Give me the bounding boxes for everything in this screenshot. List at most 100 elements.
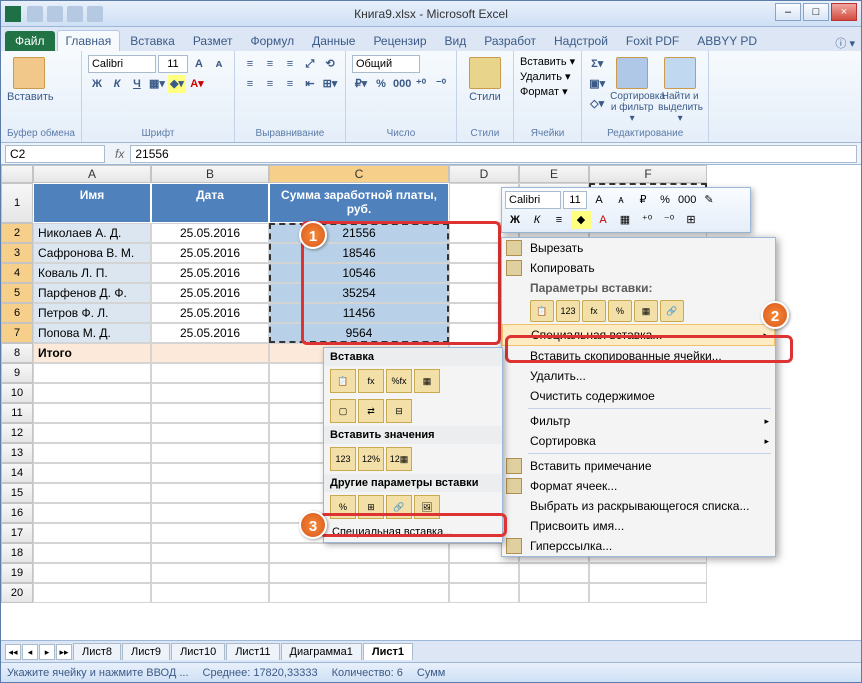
tab-nav-next[interactable]: ▸ (39, 644, 55, 660)
quick-access-toolbar[interactable] (27, 6, 103, 22)
cell-date[interactable]: 25.05.2016 (151, 283, 269, 303)
align-middle-icon[interactable]: ≡ (261, 55, 279, 73)
ctx-sort[interactable]: Сортировка▸ (502, 431, 775, 451)
fill-icon[interactable]: ▣▾ (588, 75, 606, 93)
ctx-comment[interactable]: Вставить примечание (502, 456, 775, 476)
mini-align-icon[interactable]: ≡ (549, 211, 569, 229)
cell-date[interactable]: 25.05.2016 (151, 243, 269, 263)
row-2[interactable]: 2 (1, 223, 33, 243)
underline-button[interactable]: Ч (128, 75, 146, 93)
sheet-tab[interactable]: Лист9 (122, 643, 170, 660)
cell-salary[interactable]: 35254 (269, 283, 449, 303)
total-label[interactable]: Итого (33, 343, 151, 363)
sm-other-icons[interactable]: %⊞🔗🖼 (324, 492, 502, 522)
ctx-cut[interactable]: Вырезать (502, 238, 775, 258)
tab-developer[interactable]: Разработ (476, 31, 544, 51)
mini-inc-dec-icon[interactable]: ⁺⁰ (637, 211, 657, 229)
cell-salary[interactable]: 18546 (269, 243, 449, 263)
header-name[interactable]: Имя (33, 183, 151, 223)
clear-icon[interactable]: ◇▾ (588, 95, 606, 113)
row-12[interactable]: 12 (1, 423, 33, 443)
tab-data[interactable]: Данные (304, 31, 363, 51)
mini-format-painter-icon[interactable]: ✎ (699, 191, 719, 209)
tab-nav-prev[interactable]: ◂ (22, 644, 38, 660)
sheet-tab[interactable]: Лист1 (363, 643, 413, 660)
font-color-button[interactable]: A▾ (188, 75, 206, 93)
row-1[interactable]: 1 (1, 183, 33, 223)
cell-salary[interactable]: 9564 (269, 323, 449, 343)
number-format[interactable]: Общий (352, 55, 420, 73)
cell-name[interactable]: Сафронова В. М. (33, 243, 151, 263)
col-E[interactable]: E (519, 165, 589, 183)
row-16[interactable]: 16 (1, 503, 33, 523)
select-all-corner[interactable] (1, 165, 33, 183)
cells-insert-button[interactable]: Вставить ▾ (520, 55, 575, 68)
tab-nav-first[interactable]: ◂◂ (5, 644, 21, 660)
cell-name[interactable]: Петров Ф. Л. (33, 303, 151, 323)
shrink-font-icon[interactable]: ᴀ (210, 55, 228, 73)
mini-fill-icon[interactable]: ◆ (571, 211, 591, 229)
ctx-clear[interactable]: Очистить содержимое (502, 386, 775, 406)
row-13[interactable]: 13 (1, 443, 33, 463)
cell-date[interactable]: 25.05.2016 (151, 323, 269, 343)
mini-merge-icon[interactable]: ⊞ (681, 211, 701, 229)
tab-view[interactable]: Вид (437, 31, 475, 51)
tab-nav-last[interactable]: ▸▸ (56, 644, 72, 660)
row-6[interactable]: 6 (1, 303, 33, 323)
name-box[interactable]: C2 (5, 145, 105, 163)
cell-date[interactable]: 25.05.2016 (151, 303, 269, 323)
ribbon-help[interactable]: ⓘ ▾ (835, 35, 855, 51)
row-19[interactable]: 19 (1, 563, 33, 583)
row-14[interactable]: 14 (1, 463, 33, 483)
sm-paste-icons1[interactable]: 📋fx%fx▦ (324, 366, 502, 396)
comma-icon[interactable]: 000 (392, 75, 410, 93)
row-3[interactable]: 3 (1, 243, 33, 263)
sm-paste-icons2[interactable]: ▢⇄⊟ (324, 396, 502, 426)
mini-font-color-icon[interactable]: A (593, 211, 613, 229)
ctx-filter[interactable]: Фильтр▸ (502, 411, 775, 431)
ctx-paste-options[interactable]: 📋123fx%▦🔗 (502, 298, 775, 324)
ctx-define-name[interactable]: Присвоить имя... (502, 516, 775, 536)
mini-italic[interactable]: К (527, 211, 547, 229)
row-18[interactable]: 18 (1, 543, 33, 563)
col-F[interactable]: F (589, 165, 707, 183)
align-center-icon[interactable]: ≡ (261, 75, 279, 93)
header-date[interactable]: Дата (151, 183, 269, 223)
file-tab[interactable]: Файл (5, 31, 55, 51)
mini-dec-dec-icon[interactable]: ⁻⁰ (659, 211, 679, 229)
col-B[interactable]: B (151, 165, 269, 183)
align-bottom-icon[interactable]: ≡ (281, 55, 299, 73)
align-top-icon[interactable]: ≡ (241, 55, 259, 73)
align-left-icon[interactable]: ≡ (241, 75, 259, 93)
sort-filter-button[interactable]: Сортировка и фильтр ▾ (610, 55, 654, 124)
autosum-icon[interactable]: Σ▾ (588, 55, 606, 73)
ctx-copy[interactable]: Копировать (502, 258, 775, 278)
col-D[interactable]: D (449, 165, 519, 183)
row-20[interactable]: 20 (1, 583, 33, 603)
row-9[interactable]: 9 (1, 363, 33, 383)
cells-format-button[interactable]: Формат ▾ (520, 85, 575, 98)
bold-button[interactable]: Ж (88, 75, 106, 93)
orientation-icon[interactable]: ⤢ (301, 55, 319, 73)
cell-date[interactable]: 25.05.2016 (151, 263, 269, 283)
ctx-hyperlink[interactable]: Гиперссылка... (502, 536, 775, 556)
cells-delete-button[interactable]: Удалить ▾ (520, 70, 575, 83)
currency-icon[interactable]: ₽▾ (352, 75, 370, 93)
mini-comma-icon[interactable]: 000 (677, 191, 697, 209)
fill-color-button[interactable]: ◆▾ (168, 75, 186, 93)
mini-font[interactable]: Calibri (505, 191, 561, 209)
ctx-format-cells[interactable]: Формат ячеек... (502, 476, 775, 496)
cell-name[interactable]: Парфенов Д. Ф. (33, 283, 151, 303)
border-button[interactable]: ▦▾ (148, 75, 166, 93)
font-size[interactable]: 11 (158, 55, 188, 73)
ctx-delete[interactable]: Удалить... (502, 366, 775, 386)
tab-formulas[interactable]: Формул (242, 31, 302, 51)
merge-button[interactable]: ⊞▾ (321, 75, 339, 93)
worksheet-grid[interactable]: A B C D E F 1 Имя Дата Сумма заработной … (1, 165, 861, 640)
sm-values-icons[interactable]: 12312%12▦ (324, 444, 502, 474)
cell-name[interactable]: Коваль Л. П. (33, 263, 151, 283)
cell-name[interactable]: Попова М. Д. (33, 323, 151, 343)
ctx-dropdown-list[interactable]: Выбрать из раскрывающегося списка... (502, 496, 775, 516)
mini-shrink-icon[interactable]: ᴀ (611, 191, 631, 209)
mini-grow-icon[interactable]: A (589, 191, 609, 209)
